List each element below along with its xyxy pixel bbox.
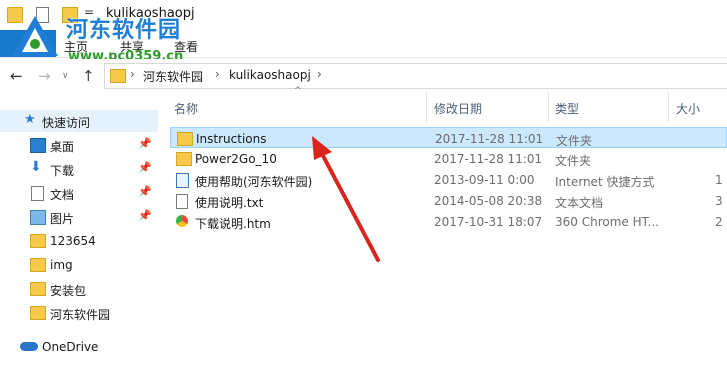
- file-row-readme-txt[interactable]: 使用说明.txt 2014-05-08 20:38 文本文档 3: [170, 190, 727, 211]
- star-icon: ★: [24, 112, 36, 127]
- folder-icon: [110, 69, 126, 83]
- folder-icon: [30, 282, 46, 296]
- back-button[interactable]: ←: [10, 67, 23, 85]
- sort-indicator-icon: ^: [294, 86, 302, 96]
- column-divider[interactable]: [548, 92, 549, 122]
- sidebar-item-label: 快速访问: [42, 116, 91, 130]
- file-type: 文本文档: [555, 196, 604, 210]
- file-type: 文件夹: [555, 154, 592, 168]
- pictures-icon: [30, 210, 46, 225]
- folder-icon: [30, 258, 46, 272]
- file-size: 3: [715, 194, 723, 208]
- pin-icon: 📌: [138, 137, 152, 150]
- sidebar-item-label: 安装包: [50, 284, 87, 298]
- text-file-icon: [176, 194, 188, 209]
- sidebar-item-label: 下载: [50, 164, 75, 178]
- file-row-power2go[interactable]: Power2Go_10 2017-11-28 11:01 文件夹: [170, 148, 727, 169]
- download-icon: ⬇: [30, 159, 42, 175]
- folder-icon: [30, 234, 46, 248]
- navigation-bar: ← → ∨ ↑ › 河东软件园 › kulikaoshaopj ›: [0, 59, 727, 92]
- file-name: 下载说明.htm: [195, 217, 271, 231]
- column-divider[interactable]: [426, 92, 427, 122]
- file-list: ^ 名称 修改日期 类型 大小 Instructions 2017-11-28 …: [162, 86, 727, 366]
- column-header-type[interactable]: 类型: [555, 100, 579, 117]
- pin-icon: 📌: [138, 185, 152, 198]
- address-bar[interactable]: › 河东软件园 › kulikaoshaopj ›: [104, 63, 727, 89]
- sidebar-item-label: 桌面: [50, 140, 75, 154]
- sidebar-item-hedong[interactable]: 河东软件园: [0, 302, 158, 324]
- watermark-logo-icon: [12, 16, 58, 56]
- breadcrumb-item[interactable]: 河东软件园: [143, 68, 203, 85]
- column-header-name[interactable]: 名称: [174, 100, 198, 117]
- file-name: 使用帮助(河东软件园): [195, 175, 313, 189]
- file-type: Internet 快捷方式: [555, 175, 655, 189]
- file-type: 360 Chrome HT...: [555, 215, 659, 229]
- sidebar-item-onedrive[interactable]: OneDrive: [0, 336, 158, 358]
- sidebar-item-label: 文档: [50, 188, 75, 202]
- onedrive-icon: [20, 342, 38, 351]
- column-header-size[interactable]: 大小: [676, 100, 700, 117]
- document-icon: [31, 186, 44, 201]
- sidebar-item-label: OneDrive: [42, 340, 99, 354]
- file-modified: 2014-05-08 20:38: [434, 194, 543, 208]
- navigation-pane: ★ 快速访问 桌面 📌 ⬇ 下载 📌 文档 📌 图片 📌 123654 img …: [0, 92, 158, 366]
- file-name: Instructions: [196, 132, 267, 146]
- forward-button[interactable]: →: [38, 67, 51, 85]
- file-modified: 2017-11-28 11:01: [434, 152, 543, 166]
- breadcrumb-separator[interactable]: ›: [317, 67, 322, 81]
- sidebar-item-label: 123654: [50, 234, 96, 248]
- watermark: 河东软件园 www.pc0359.cn: [4, 10, 208, 66]
- folder-icon: [176, 152, 192, 166]
- desktop-icon: [30, 138, 46, 153]
- sidebar-item-downloads[interactable]: ⬇ 下载 📌: [0, 158, 158, 180]
- column-divider[interactable]: [668, 92, 669, 122]
- file-name: Power2Go_10: [195, 152, 277, 166]
- column-header-modified[interactable]: 修改日期: [434, 100, 482, 117]
- sidebar-item-installers[interactable]: 安装包: [0, 278, 158, 300]
- sidebar-item-123654[interactable]: 123654: [0, 230, 158, 252]
- sidebar-item-quick-access[interactable]: ★ 快速访问: [0, 110, 158, 132]
- sidebar-item-img[interactable]: img: [0, 254, 158, 276]
- folder-icon: [30, 306, 46, 320]
- file-row-download-htm[interactable]: 下载说明.htm 2017-10-31 18:07 360 Chrome HT.…: [170, 211, 727, 232]
- sidebar-item-label: 河东软件园: [50, 308, 111, 322]
- file-modified: 2017-11-28 11:01: [435, 132, 544, 146]
- pin-icon: 📌: [138, 209, 152, 222]
- file-size: 2: [715, 215, 723, 229]
- file-modified: 2017-10-31 18:07: [434, 215, 543, 229]
- watermark-name: 河东软件园: [66, 18, 182, 43]
- sidebar-item-pictures[interactable]: 图片 📌: [0, 206, 158, 228]
- breadcrumb-item[interactable]: kulikaoshaopj: [229, 68, 311, 82]
- sidebar-item-label: img: [50, 258, 73, 272]
- breadcrumb-separator[interactable]: ›: [215, 67, 220, 81]
- sidebar-item-documents[interactable]: 文档 📌: [0, 182, 158, 204]
- file-name: 使用说明.txt: [195, 196, 264, 210]
- sidebar-item-label: 图片: [50, 212, 75, 226]
- folder-icon: [177, 132, 193, 146]
- file-modified: 2013-09-11 0:00: [434, 173, 535, 187]
- internet-shortcut-icon: [176, 173, 189, 188]
- recent-locations-button[interactable]: ∨: [62, 71, 69, 81]
- file-row-help-shortcut[interactable]: 使用帮助(河东软件园) 2013-09-11 0:00 Internet 快捷方…: [170, 169, 727, 190]
- up-button[interactable]: ↑: [82, 67, 95, 85]
- file-row-instructions[interactable]: Instructions 2017-11-28 11:01 文件夹: [170, 127, 727, 148]
- file-type: 文件夹: [556, 134, 593, 148]
- html-file-icon: [176, 215, 188, 227]
- sidebar-item-desktop[interactable]: 桌面 📌: [0, 134, 158, 156]
- pin-icon: 📌: [138, 161, 152, 174]
- breadcrumb-separator[interactable]: ›: [130, 67, 135, 81]
- file-size: 1: [715, 173, 723, 187]
